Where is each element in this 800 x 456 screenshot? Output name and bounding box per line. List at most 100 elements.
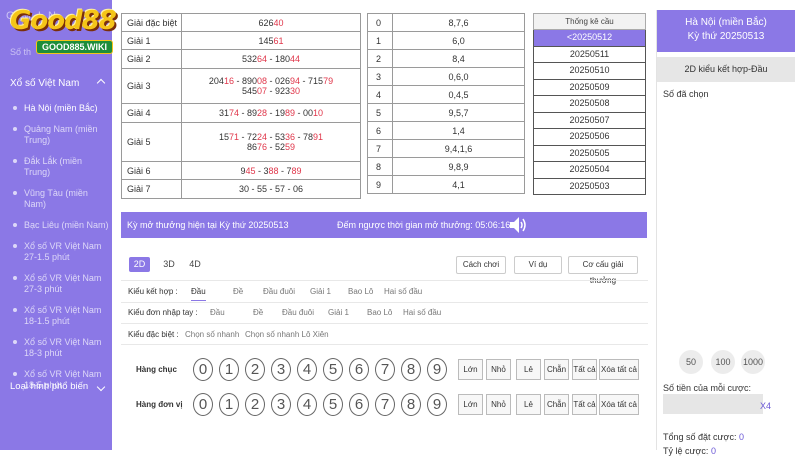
units-ball[interactable]: 0 — [193, 393, 213, 416]
sidebar-item-vr27-15[interactable]: Xổ số VR Việt Nam 27-1.5 phút — [12, 241, 110, 263]
sidebar-item-quangnam[interactable]: Quảng Nam (miền Trung) — [12, 124, 110, 146]
units-small-button[interactable]: Nhỏ — [486, 394, 511, 415]
tens-clear-all-button[interactable]: Xóa tất cả — [599, 359, 639, 380]
option-dau-duoi[interactable]: Đầu đuôi — [263, 287, 295, 296]
tens-ball[interactable]: 6 — [349, 358, 369, 381]
tail-digits: 0,4,5 — [392, 85, 525, 104]
prize-digits-highlight: 10 — [313, 108, 324, 118]
units-ball[interactable]: 5 — [323, 393, 343, 416]
table-row: 0 8,7,6 — [367, 13, 525, 32]
tens-ball[interactable]: 1 — [219, 358, 239, 381]
tab-3d[interactable]: 3D — [161, 257, 177, 272]
tens-large-button[interactable]: Lớn — [458, 359, 483, 380]
units-even-button[interactable]: Chẵn — [544, 394, 569, 415]
units-ball[interactable]: 1 — [219, 393, 239, 416]
option-bao-lo[interactable]: Bao Lô — [348, 287, 373, 296]
sidebar-item-hanoi[interactable]: Hà Nội (miền Bắc) — [12, 103, 110, 114]
units-ball[interactable]: 6 — [349, 393, 369, 416]
bet-type-tab[interactable]: 2D kiểu kết hợp-Đầu — [657, 57, 795, 82]
units-ball[interactable]: 8 — [401, 393, 421, 416]
tens-all-button[interactable]: Tất cả — [572, 359, 597, 380]
sidebar-item-vr18-15[interactable]: Xổ số VR Việt Nam 18-1.5 phút — [12, 305, 110, 327]
sidebar-item-daklak[interactable]: Đắk Lắk (miền Trung) — [12, 156, 110, 178]
tail-digits: 8,4 — [392, 49, 525, 68]
tens-ball[interactable]: 2 — [245, 358, 265, 381]
option-de[interactable]: Đề — [253, 308, 263, 317]
tens-ball[interactable]: 3 — [271, 358, 291, 381]
units-all-button[interactable]: Tất cả — [572, 394, 597, 415]
option-giai-1[interactable]: Giải 1 — [310, 287, 331, 296]
stats-period-item[interactable]: 20250504 — [533, 162, 646, 179]
tens-ball[interactable]: 8 — [401, 358, 421, 381]
units-ball[interactable]: 3 — [271, 393, 291, 416]
sidebar-ghost-subtitle: Số th — [10, 47, 32, 57]
stats-period-item[interactable]: <20250512 — [533, 30, 646, 47]
prize-digits-highlight: 91 — [313, 132, 324, 142]
option-quick-pick-lo-xien[interactable]: Chọn số nhanh Lô Xiên — [245, 330, 329, 339]
stats-period-item[interactable]: 20250506 — [533, 129, 646, 146]
option-de[interactable]: Đề — [233, 287, 243, 296]
sidebar-item-vungtau[interactable]: Vũng Tàu (miền Nam) — [12, 188, 110, 210]
current-draw-label: Kỳ mở thưởng hiện tại Kỳ thứ 20250513 — [127, 220, 289, 230]
prize-structure-button[interactable]: Cơ cấu giải thưởng — [568, 256, 638, 285]
tab-2d[interactable]: 2D — [129, 257, 150, 272]
prize-separator: - — [238, 108, 247, 118]
option-dau[interactable]: Đầu — [191, 287, 206, 301]
prize-digits-highlight: 44 — [290, 54, 301, 64]
tens-small-button[interactable]: Nhỏ — [486, 359, 511, 380]
prize-value: 30 - 55 - 57 - 06 — [181, 179, 361, 199]
stats-period-item[interactable]: 20250507 — [533, 112, 646, 129]
stats-period-item[interactable]: 20250503 — [533, 178, 646, 195]
tens-ball[interactable]: 0 — [193, 358, 213, 381]
tens-even-button[interactable]: Chẵn — [544, 359, 569, 380]
amount-input[interactable] — [663, 394, 763, 414]
speaker-icon[interactable] — [509, 215, 527, 235]
option-dau-duoi[interactable]: Đầu đuôi — [282, 308, 314, 317]
units-large-button[interactable]: Lớn — [458, 394, 483, 415]
tab-4d[interactable]: 4D — [187, 257, 203, 272]
sidebar-section-popular[interactable]: Loại hình phổ biến — [10, 381, 88, 392]
tens-ball[interactable]: 7 — [375, 358, 395, 381]
chip-1000[interactable]: 1000 — [741, 350, 765, 374]
prize-separator: - — [267, 76, 275, 86]
how-to-play-button[interactable]: Cách chơi — [456, 256, 506, 274]
sidebar-item-vr18-3[interactable]: Xổ số VR Việt Nam 18-3 phút — [12, 337, 110, 359]
option-bao-lo[interactable]: Bao Lô — [367, 308, 392, 317]
prize-digits-highlight: 40 — [273, 17, 284, 28]
stats-period-item[interactable]: 20250508 — [533, 96, 646, 113]
option-dau[interactable]: Đầu — [210, 308, 225, 317]
units-ball[interactable]: 7 — [375, 393, 395, 416]
prize-separator: - — [233, 76, 242, 86]
bet-rate-value: 0 — [710, 446, 716, 456]
stats-period-item[interactable]: 20250511 — [533, 46, 646, 63]
tens-ball[interactable]: 5 — [323, 358, 343, 381]
option-quick-pick[interactable]: Chọn số nhanh — [185, 330, 239, 339]
tens-ball[interactable]: 9 — [427, 358, 447, 381]
chevron-up-icon[interactable] — [96, 78, 106, 88]
units-ball[interactable]: 9 — [427, 393, 447, 416]
units-odd-button[interactable]: Lẻ — [516, 394, 541, 415]
head-digit: 5 — [367, 103, 393, 122]
prize-digits-highlight: 88 — [268, 165, 279, 176]
sidebar-section-vietnam[interactable]: Xổ số Việt Nam — [10, 78, 79, 89]
option-hai-so-dau[interactable]: Hai số đầu — [403, 308, 441, 317]
units-clear-all-button[interactable]: Xóa tất cả — [599, 394, 639, 415]
stats-period-item[interactable]: 20250505 — [533, 145, 646, 162]
stats-period-item[interactable]: 20250510 — [533, 63, 646, 80]
sidebar-item-baclieu[interactable]: Bạc Liêu (miền Nam) — [12, 220, 110, 231]
chip-100[interactable]: 100 — [711, 350, 735, 374]
chip-50[interactable]: 50 — [679, 350, 703, 374]
option-hai-so-dau[interactable]: Hai số đầu — [384, 287, 422, 296]
prize-separator: - — [267, 108, 275, 118]
multiplier-button[interactable]: X4 — [760, 401, 771, 411]
option-giai-1[interactable]: Giải 1 — [328, 308, 349, 317]
tens-ball[interactable]: 4 — [297, 358, 317, 381]
tens-odd-button[interactable]: Lẻ — [516, 359, 541, 380]
example-button[interactable]: Ví dụ — [514, 256, 562, 274]
selected-numbers-label: Số đã chọn — [663, 89, 709, 99]
sidebar-item-vr27-3[interactable]: Xổ số VR Việt Nam 27-3 phút — [12, 273, 110, 295]
units-ball[interactable]: 4 — [297, 393, 317, 416]
tens-row-label: Hàng chục — [136, 365, 177, 374]
units-ball[interactable]: 2 — [245, 393, 265, 416]
stats-period-item[interactable]: 20250509 — [533, 79, 646, 96]
